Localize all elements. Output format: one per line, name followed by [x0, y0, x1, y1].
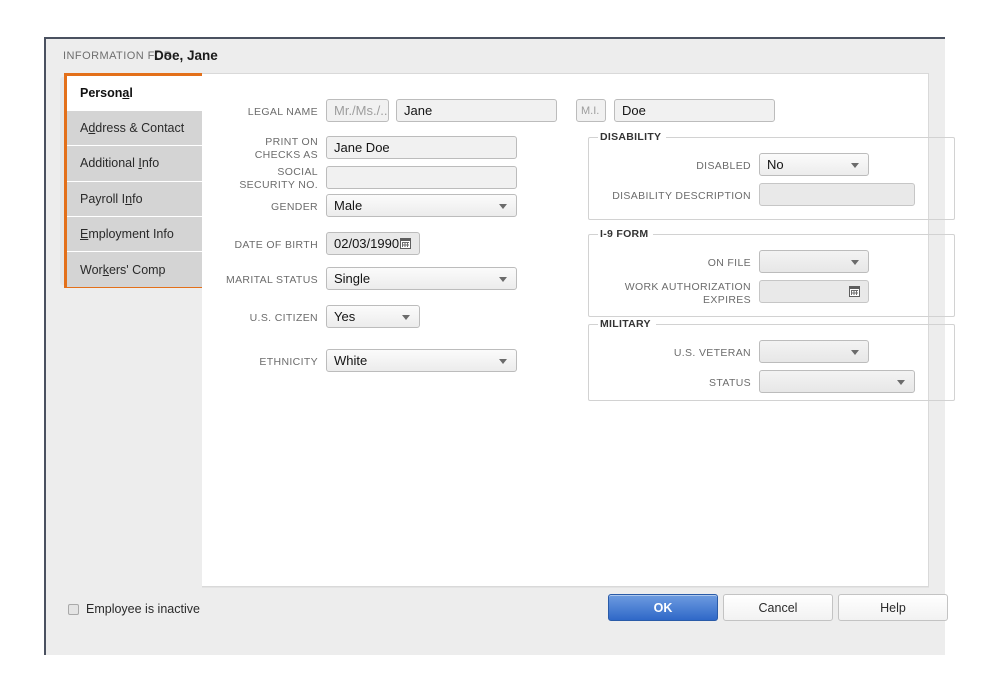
us-citizen-value: Yes — [334, 309, 356, 324]
us-citizen-select[interactable]: Yes — [326, 305, 420, 328]
cancel-button[interactable]: Cancel — [723, 594, 833, 621]
legal-name-mi-input[interactable]: M.I. — [576, 99, 606, 122]
on-file-label: ON FILE — [707, 257, 751, 269]
personal-tab-panel: LEGAL NAME Mr./Ms./.. Jane M.I. Doe PRIN… — [202, 73, 955, 587]
chevron-down-icon — [851, 259, 859, 265]
us-veteran-select[interactable] — [759, 340, 869, 363]
chevron-down-icon — [499, 276, 507, 282]
legal-name-last-input[interactable]: Doe — [614, 99, 775, 122]
ethnicity-select[interactable]: White — [326, 349, 517, 372]
tab-label-personal: Personal — [80, 86, 133, 101]
help-button[interactable]: Help — [838, 594, 948, 621]
print-on-checks-as-label: PRINT ON CHECKS AS — [254, 136, 318, 161]
sidebar-item-personal[interactable]: Personal — [67, 76, 205, 112]
chevron-down-icon — [851, 349, 859, 355]
sidebar-item-employment-info[interactable]: Employment Info — [67, 216, 205, 252]
on-file-select[interactable] — [759, 250, 869, 273]
employee-information-window: INFORMATION FOR Doe, Jane Personal Addre… — [44, 37, 955, 655]
marital-status-label: MARITAL STATUS — [225, 274, 318, 286]
military-status-select[interactable] — [759, 370, 915, 393]
employee-name-title: Doe, Jane — [154, 48, 218, 63]
legal-name-label: LEGAL NAME — [247, 106, 318, 118]
footer-divider — [202, 587, 929, 588]
chevron-down-icon — [851, 162, 859, 168]
ethnicity-value: White — [334, 353, 368, 368]
disabled-select[interactable]: No — [759, 153, 869, 176]
i9-form-group: I-9 FORM ON FILE WORK AUTHORIZATION EXPI… — [588, 228, 955, 317]
date-of-birth-value: 02/03/1990 — [334, 236, 400, 251]
work-authorization-expires-input[interactable] — [759, 280, 869, 303]
calendar-icon[interactable] — [849, 286, 860, 297]
tab-label-workers-comp: Workers' Comp — [80, 262, 166, 277]
date-of-birth-label: DATE OF BIRTH — [234, 239, 318, 251]
gender-value: Male — [334, 198, 363, 213]
gender-label: GENDER — [270, 201, 318, 213]
tab-label-payroll-info: Payroll Info — [80, 191, 143, 206]
military-group-title: MILITARY — [598, 318, 656, 330]
military-group: MILITARY U.S. VETERAN STATUS — [588, 318, 955, 401]
disabled-value: No — [767, 157, 784, 172]
us-veteran-label: U.S. VETERAN — [673, 347, 751, 359]
window-header: INFORMATION FOR Doe, Jane — [46, 39, 945, 73]
chevron-down-icon — [402, 314, 410, 320]
social-security-no-label: SOCIAL SECURITY NO. — [239, 166, 318, 191]
employee-inactive-checkbox-row[interactable]: Employee is inactive — [68, 602, 200, 616]
disability-group: DISABILITY DISABLED No DISABILITY DESCRI… — [588, 131, 955, 220]
tab-label-employment-info: Employment Info — [80, 226, 174, 241]
chevron-down-icon — [499, 358, 507, 364]
i9-form-group-title: I-9 FORM — [598, 228, 654, 240]
military-status-label: STATUS — [709, 377, 751, 389]
date-of-birth-input[interactable]: 02/03/1990 — [326, 232, 420, 255]
legal-name-title-input[interactable]: Mr./Ms./.. — [326, 99, 389, 122]
us-citizen-label: U.S. CITIZEN — [249, 312, 318, 324]
sidebar-item-workers-comp[interactable]: Workers' Comp — [67, 251, 205, 288]
disability-description-input[interactable] — [759, 183, 915, 206]
marital-status-select[interactable]: Single — [326, 267, 517, 290]
tab-label-address-contact: Address & Contact — [80, 121, 185, 136]
print-on-checks-as-input[interactable]: Jane Doe — [326, 136, 517, 159]
sidebar-item-address-contact[interactable]: Address & Contact — [67, 111, 205, 147]
employee-inactive-checkbox[interactable] — [68, 603, 79, 615]
chevron-down-icon — [897, 379, 905, 385]
sidebar-item-payroll-info[interactable]: Payroll Info — [67, 181, 205, 217]
disability-description-label: DISABILITY DESCRIPTION — [612, 190, 751, 202]
legal-name-first-input[interactable]: Jane — [396, 99, 557, 122]
employee-inactive-label: Employee is inactive — [86, 602, 200, 616]
gender-select[interactable]: Male — [326, 194, 517, 217]
disability-group-title: DISABILITY — [598, 131, 667, 143]
disabled-label: DISABLED — [696, 160, 751, 172]
marital-status-value: Single — [334, 271, 371, 286]
chevron-down-icon — [499, 203, 507, 209]
calendar-icon[interactable] — [400, 238, 411, 249]
work-authorization-expires-label: WORK AUTHORIZATION EXPIRES — [624, 281, 751, 306]
ok-button[interactable]: OK — [608, 594, 718, 621]
sidebar-item-additional-info[interactable]: Additional Info — [67, 146, 205, 182]
tab-rail: Personal Address & Contact Additional In… — [64, 73, 208, 288]
ethnicity-label: ETHNICITY — [259, 356, 318, 368]
social-security-no-input[interactable] — [326, 166, 517, 189]
tab-label-additional-info: Additional Info — [80, 156, 160, 171]
